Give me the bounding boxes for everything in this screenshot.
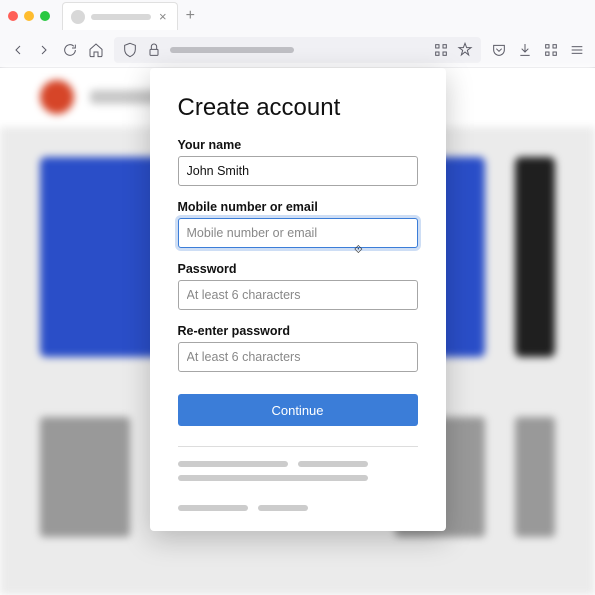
new-tab-button[interactable]: +	[178, 7, 203, 25]
toolbar	[0, 32, 595, 67]
minimize-window-button[interactable]	[24, 11, 34, 21]
lock-icon	[146, 42, 162, 58]
forward-icon[interactable]	[36, 42, 52, 58]
password2-input[interactable]	[178, 342, 418, 372]
create-account-modal: Create account Your name Mobile number o…	[150, 68, 446, 531]
name-input[interactable]	[178, 156, 418, 186]
contact-input[interactable]	[178, 218, 418, 248]
shield-icon[interactable]	[122, 42, 138, 58]
pocket-icon[interactable]	[491, 42, 507, 58]
maximize-window-button[interactable]	[40, 11, 50, 21]
password-field: Password	[178, 262, 418, 310]
close-window-button[interactable]	[8, 11, 18, 21]
name-label: Your name	[178, 138, 418, 152]
contact-field: Mobile number or email	[178, 200, 418, 248]
menu-icon[interactable]	[569, 42, 585, 58]
tab-strip: × +	[0, 0, 595, 32]
address-bar[interactable]	[114, 37, 481, 63]
form-title: Create account	[178, 94, 418, 122]
browser-chrome: × +	[0, 0, 595, 68]
bookmark-icon[interactable]	[457, 42, 473, 58]
tab-title	[91, 14, 151, 20]
contact-label: Mobile number or email	[178, 200, 418, 214]
window-controls	[8, 11, 62, 21]
url-placeholder	[170, 47, 294, 53]
password2-label: Re-enter password	[178, 324, 418, 338]
continue-button[interactable]: Continue	[178, 394, 418, 426]
toolbar-right	[491, 42, 585, 58]
back-icon[interactable]	[10, 42, 26, 58]
apps-icon[interactable]	[433, 42, 449, 58]
download-icon[interactable]	[517, 42, 533, 58]
name-field: Your name	[178, 138, 418, 186]
extensions-icon[interactable]	[543, 42, 559, 58]
divider	[178, 446, 418, 447]
footer-text-placeholder	[178, 461, 418, 511]
browser-tab[interactable]: ×	[62, 2, 178, 30]
favicon-icon	[71, 10, 85, 24]
password2-field: Re-enter password	[178, 324, 418, 372]
close-tab-icon[interactable]: ×	[157, 8, 169, 25]
home-icon[interactable]	[88, 42, 104, 58]
password-input[interactable]	[178, 280, 418, 310]
password-label: Password	[178, 262, 418, 276]
reload-icon[interactable]	[62, 42, 78, 58]
